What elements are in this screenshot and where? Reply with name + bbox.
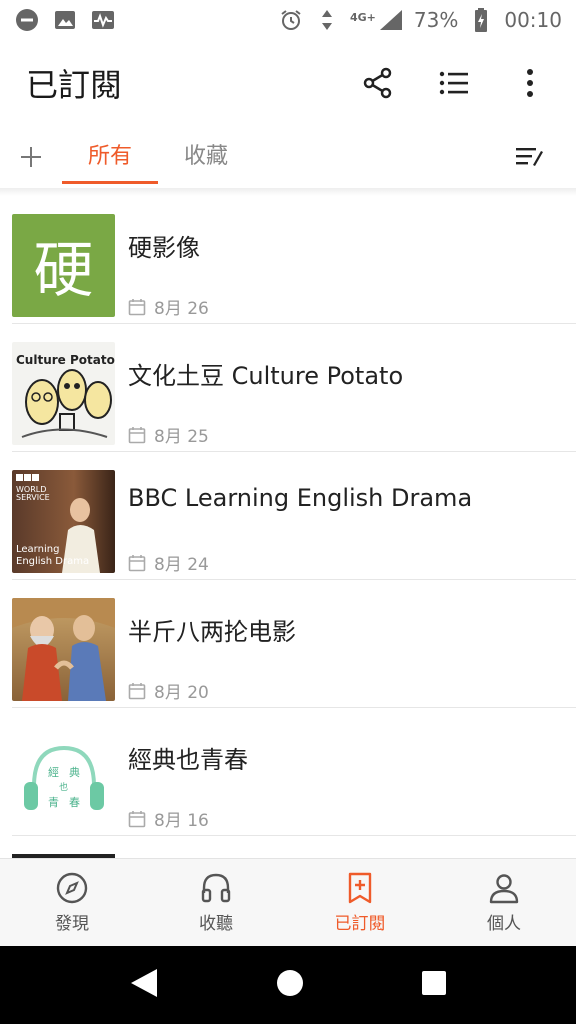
page-title: 已訂閱	[26, 66, 123, 104]
calendar-icon	[128, 554, 146, 571]
headphones-icon	[201, 873, 231, 903]
podcast-cover: WORLD SERVICE Learning English Drama	[12, 470, 115, 573]
svg-text:也: 也	[59, 781, 68, 793]
battery-percent: 73%	[413, 8, 459, 32]
svg-text:SERVICE: SERVICE	[16, 493, 50, 502]
svg-text:經: 經	[48, 765, 59, 779]
home-icon[interactable]	[276, 969, 304, 1001]
add-subscription-button[interactable]	[0, 146, 62, 168]
nav-profile[interactable]: 個人	[432, 859, 576, 946]
network-type: 4G+	[350, 11, 376, 24]
tab-favorites[interactable]: 收藏	[158, 126, 254, 188]
list-item[interactable]: 經 典 也 青 春 經典也青春 8月 16	[12, 708, 576, 836]
status-bar: 4G+ 73% 00:10	[0, 0, 576, 40]
compass-icon	[56, 872, 88, 904]
sort-edit-icon[interactable]	[510, 137, 550, 177]
calendar-icon	[128, 298, 146, 315]
person-icon	[489, 874, 519, 904]
svg-text:Learning: Learning	[16, 544, 59, 555]
svg-text:Culture Potato: Culture Potato	[16, 353, 115, 367]
image-icon	[52, 7, 78, 33]
nav-subscribed[interactable]: 已訂閱	[288, 859, 432, 946]
svg-text:English Drama: English Drama	[16, 556, 89, 567]
more-vertical-icon[interactable]	[510, 63, 550, 103]
list-item[interactable]: 半斤八两抡电影 8月 20	[12, 580, 576, 708]
list-item[interactable]: WORLD SERVICE Learning English Drama BBC…	[12, 452, 576, 580]
share-icon[interactable]	[358, 63, 398, 103]
podcast-cover	[12, 598, 115, 701]
tab-divider	[0, 188, 576, 196]
tab-bar: 所有 收藏	[0, 126, 576, 188]
svg-text:青: 青	[48, 796, 59, 809]
alarm-icon	[278, 7, 304, 33]
data-arrows-icon	[314, 7, 340, 33]
svg-text:春: 春	[69, 796, 80, 809]
nav-listen[interactable]: 收聽	[144, 859, 288, 946]
list-item[interactable]: Culture Potato 文化土豆 Culture Potato 8月 25	[12, 324, 576, 452]
calendar-icon	[128, 426, 146, 443]
app-bar: 已訂閱	[0, 40, 576, 126]
podcast-cover: Culture Potato	[12, 342, 115, 445]
update-date: 8月 24	[128, 550, 209, 575]
list-icon[interactable]	[434, 63, 474, 103]
podcast-title: 文化土豆 Culture Potato	[128, 362, 404, 390]
podcast-title: 經典也青春	[128, 746, 248, 774]
tab-all[interactable]: 所有	[62, 126, 158, 188]
podcast-cover: 硬	[12, 214, 115, 317]
signal-icon	[378, 7, 404, 33]
plus-icon	[21, 147, 41, 167]
update-date: 8月 16	[128, 806, 209, 831]
update-date: 8月 25	[128, 422, 209, 447]
podcast-title: BBC Learning English Drama	[128, 484, 473, 512]
recents-icon[interactable]	[421, 970, 447, 1000]
podcast-cover: 經 典 也 青 春	[12, 726, 115, 829]
minus-circle-icon	[14, 7, 40, 33]
bookmark-add-icon	[348, 872, 372, 904]
podcast-title: 半斤八两抡电影	[128, 618, 296, 646]
activity-icon	[90, 7, 116, 33]
calendar-icon	[128, 810, 146, 827]
nav-discover[interactable]: 發現	[0, 859, 144, 946]
list-item[interactable]: 硬 硬影像 8月 26	[12, 196, 576, 324]
update-date: 8月 26	[128, 294, 209, 319]
battery-charging-icon	[468, 7, 494, 33]
update-date: 8月 20	[128, 678, 209, 703]
podcast-title: 硬影像	[128, 234, 200, 262]
system-nav-bar	[0, 946, 576, 1024]
bottom-nav: 發現 收聽 已訂閱 個人	[0, 858, 576, 946]
back-icon[interactable]	[129, 967, 159, 1003]
calendar-icon	[128, 682, 146, 699]
svg-text:典: 典	[69, 765, 80, 779]
subscription-list[interactable]: 硬 硬影像 8月 26 Culture Potato 文化土豆 Culture …	[0, 196, 576, 856]
clock: 00:10	[504, 8, 562, 32]
